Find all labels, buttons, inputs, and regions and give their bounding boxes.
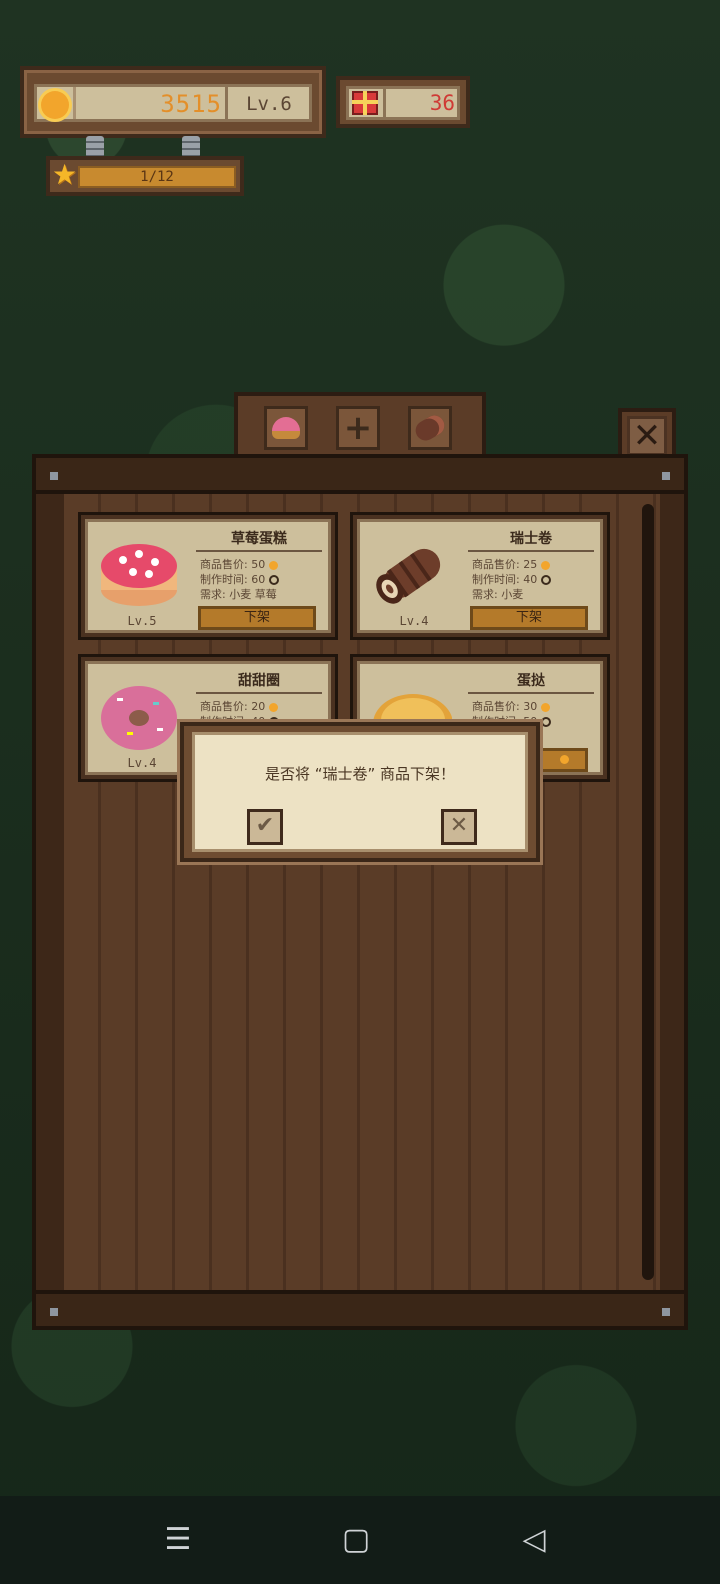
swiss-roll-icon xyxy=(376,548,441,604)
product-name: 瑞士卷 xyxy=(468,528,594,552)
product-price: 商品售价: 20 xyxy=(200,700,266,713)
coin-icon xyxy=(268,702,278,712)
scrollbar[interactable] xyxy=(642,504,654,1280)
coin-icon xyxy=(41,91,69,119)
coin-icon xyxy=(559,755,569,764)
coin-icon xyxy=(268,560,278,570)
confirm-button[interactable]: ✔ xyxy=(247,809,283,845)
product-name: 蛋挞 xyxy=(468,670,594,694)
clock-icon xyxy=(540,575,551,585)
product-price: 商品售价: 30 xyxy=(472,700,538,713)
player-level: Lv.6 xyxy=(246,93,292,115)
product-requirement: 需求: 小麦 xyxy=(472,588,524,601)
tab-swiss-roll[interactable] xyxy=(408,406,452,450)
strawberry-cake-icon xyxy=(101,544,177,606)
xp-progress: 1/12 xyxy=(140,169,174,185)
dialog-message: 是否将 “瑞士卷” 商品下架！ xyxy=(264,765,456,783)
remove-button[interactable] xyxy=(540,748,588,772)
tab-donut[interactable] xyxy=(264,406,308,450)
product-time: 制作时间: 60 xyxy=(200,573,266,586)
star-icon: ★ xyxy=(52,158,78,191)
gift-count: 36 xyxy=(429,91,455,115)
donut-icon xyxy=(101,686,177,750)
remove-button[interactable]: 下架 xyxy=(470,606,588,630)
clock-icon xyxy=(268,575,279,585)
coin-icon xyxy=(540,702,550,712)
product-requirement: 需求: 小麦 草莓 xyxy=(200,588,277,601)
product-name: 草莓蛋糕 xyxy=(196,528,322,552)
product-price: 商品售价: 25 xyxy=(472,558,538,571)
product-level: Lv.5 xyxy=(127,614,157,628)
remove-button[interactable]: 下架 xyxy=(198,606,316,630)
plus-icon: + xyxy=(343,408,373,448)
gift-panel[interactable]: 36 xyxy=(336,76,470,128)
swiss-roll-icon xyxy=(412,411,448,445)
cross-icon: ✕ xyxy=(449,813,469,838)
donut-icon xyxy=(272,417,300,439)
xp-panel: ★ 1/12 xyxy=(46,156,244,196)
clock-icon xyxy=(540,717,551,727)
product-card-swiss-roll[interactable]: 瑞士卷 商品售价: 25 制作时间: 40 需求: 小麦 Lv.4 下架 xyxy=(350,512,610,640)
home-icon[interactable]: ▢ xyxy=(334,1520,378,1560)
product-level: Lv.4 xyxy=(399,614,429,628)
product-card-strawberry-cake[interactable]: 草莓蛋糕 商品售价: 50 制作时间: 60 需求: 小麦 草莓 Lv.5 下架 xyxy=(78,512,338,640)
gift-icon xyxy=(352,91,378,115)
chain-right xyxy=(182,136,200,158)
back-icon[interactable]: ◁ xyxy=(512,1520,556,1560)
coin-count: 3515 xyxy=(160,90,222,118)
chain-left xyxy=(86,136,104,158)
shop-board: 草莓蛋糕 商品售价: 50 制作时间: 60 需求: 小麦 草莓 Lv.5 下架 xyxy=(32,454,688,1330)
close-icon: ✕ xyxy=(627,416,667,456)
confirm-dialog: 是否将 “瑞士卷” 商品下架！ ✔ ✕ xyxy=(180,722,540,862)
product-time: 制作时间: 40 xyxy=(472,573,538,586)
cancel-button[interactable]: ✕ xyxy=(441,809,477,845)
tab-add[interactable]: + xyxy=(336,406,380,450)
coin-icon xyxy=(540,560,550,570)
coin-level-panel: 3515 Lv.6 xyxy=(20,66,326,138)
product-price: 商品售价: 50 xyxy=(200,558,266,571)
product-level: Lv.4 xyxy=(127,756,157,770)
menu-icon[interactable]: ☰ xyxy=(156,1520,200,1560)
system-navigation-bar: ☰ ▢ ◁ xyxy=(0,1496,720,1584)
product-name: 甜甜圈 xyxy=(196,670,322,694)
check-icon: ✔ xyxy=(255,813,275,838)
